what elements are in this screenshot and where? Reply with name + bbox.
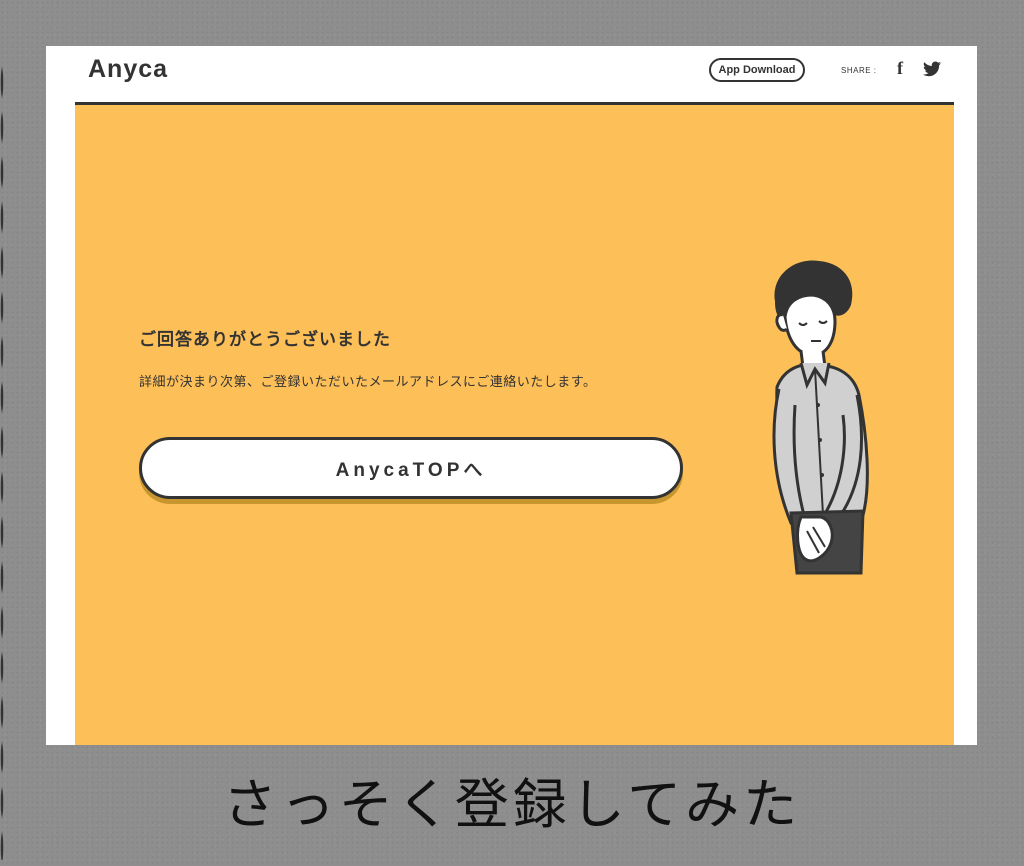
app-download-button[interactable]: App Download <box>709 58 805 82</box>
thanks-message: 詳細が決まり次第、ご登録いただいたメールアドレスにご連絡いたします。 <box>139 375 597 390</box>
share-label: SHARE : <box>841 66 877 75</box>
thanks-title: ご回答ありがとうございました <box>139 330 391 350</box>
twitter-icon[interactable] <box>923 61 941 77</box>
thanks-panel: ご回答ありがとうございました 詳細が決まり次第、ご登録いただいたメールアドレスに… <box>75 105 954 745</box>
screenshot-frame: Anyca App Download SHARE : f ご回答ありがとうござい… <box>46 46 977 745</box>
anyca-logo[interactable]: Anyca <box>88 55 168 84</box>
caption-text: さっそく登録してみた <box>222 773 802 836</box>
anyca-top-button[interactable]: AnycaTOPへ <box>139 437 683 499</box>
bowing-person-illustration <box>772 260 869 575</box>
facebook-icon[interactable]: f <box>893 58 907 78</box>
site-header: Anyca App Download SHARE : f <box>46 46 977 102</box>
left-dots-decoration <box>0 60 4 860</box>
